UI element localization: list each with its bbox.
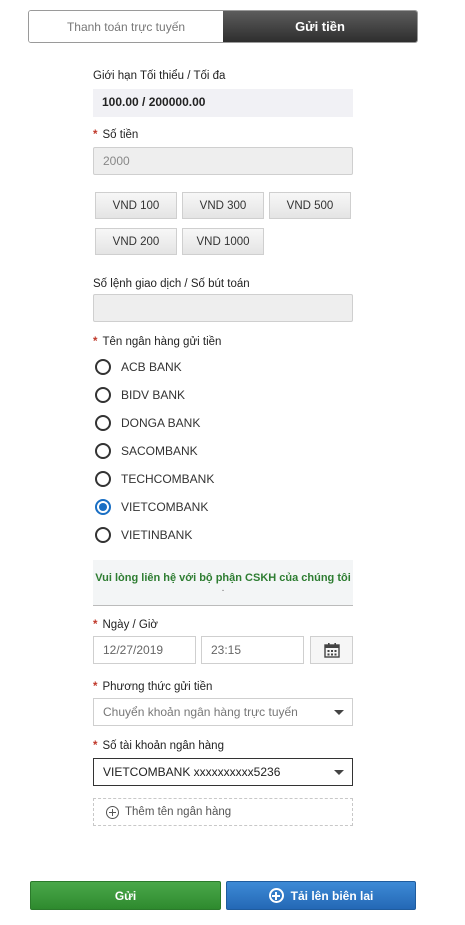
upload-receipt-button[interactable]: Tải lên biên lai bbox=[226, 881, 416, 910]
chevron-down-icon bbox=[334, 770, 344, 775]
method-select-value: Chuyển khoản ngân hàng trực tuyến bbox=[103, 705, 298, 719]
bank-option-label: VIETINBANK bbox=[121, 528, 193, 542]
bank-option-label: TECHCOMBANK bbox=[121, 472, 215, 486]
method-select[interactable]: Chuyển khoản ngân hàng trực tuyến bbox=[93, 698, 353, 726]
bank-option-vietcombank[interactable]: VIETCOMBANK bbox=[95, 499, 208, 515]
support-notice-dot: . bbox=[221, 582, 225, 594]
bank-option-label: VIETCOMBANK bbox=[121, 500, 209, 514]
required-mark: * bbox=[93, 129, 98, 141]
amount-button-100[interactable]: VND 100 bbox=[95, 192, 177, 219]
required-mark: * bbox=[93, 336, 98, 348]
bank-option-sacombank[interactable]: SACOMBANK bbox=[95, 443, 198, 459]
bank-label: * Tên ngân hàng gửi tiền bbox=[93, 336, 221, 348]
amount-input[interactable]: 2000 bbox=[93, 147, 353, 175]
add-bank-label: Thêm tên ngân hàng bbox=[125, 806, 232, 818]
support-notice-text: Vui lòng liên hệ với bộ phận CSKH của ch… bbox=[95, 571, 351, 584]
method-label-text: Phương thức gửi tiền bbox=[102, 681, 213, 693]
limit-label: Giới hạn Tối thiểu / Tối đa bbox=[93, 70, 226, 82]
bank-option-label: DONGA BANK bbox=[121, 416, 201, 430]
radio-button[interactable] bbox=[95, 527, 111, 543]
radio-button[interactable] bbox=[95, 443, 111, 459]
calendar-button[interactable] bbox=[310, 636, 353, 664]
bank-label-text: Tên ngân hàng gửi tiền bbox=[102, 336, 222, 348]
bank-option-label: BIDV BANK bbox=[121, 388, 186, 402]
amount-button-300[interactable]: VND 300 bbox=[182, 192, 264, 219]
amount-button-500[interactable]: VND 500 bbox=[269, 192, 351, 219]
date-input[interactable]: 12/27/2019 bbox=[93, 636, 196, 664]
datetime-label: * Ngày / Giờ bbox=[93, 619, 158, 631]
bank-option-bidv[interactable]: BIDV BANK bbox=[95, 387, 185, 403]
transaction-label: Số lệnh giao dịch / Số bút toán bbox=[93, 278, 250, 290]
tab-deposit[interactable]: Gửi tiền bbox=[223, 11, 417, 42]
bank-option-techcombank[interactable]: TECHCOMBANK bbox=[95, 471, 214, 487]
submit-button[interactable]: Gửi bbox=[30, 881, 221, 910]
account-label-text: Số tài khoản ngân hàng bbox=[102, 740, 224, 752]
account-select-value: VIETCOMBANK xxxxxxxxxx5236 bbox=[103, 765, 281, 779]
required-mark: * bbox=[93, 740, 98, 752]
required-mark: * bbox=[93, 619, 98, 631]
radio-button[interactable] bbox=[95, 387, 111, 403]
transaction-input[interactable] bbox=[93, 294, 353, 322]
radio-button[interactable] bbox=[95, 359, 111, 375]
account-select[interactable]: VIETCOMBANK xxxxxxxxxx5236 bbox=[93, 758, 353, 786]
bank-option-vietinbank[interactable]: VIETINBANK bbox=[95, 527, 192, 543]
plus-circle-icon bbox=[106, 805, 119, 819]
amount-label-text: Số tiền bbox=[102, 129, 139, 141]
amount-button-1000[interactable]: VND 1000 bbox=[182, 228, 264, 255]
tab-online-payment[interactable]: Thanh toán trực tuyến bbox=[29, 11, 223, 42]
limit-value: 100.00 / 200000.00 bbox=[93, 89, 353, 117]
tab-bar: Thanh toán trực tuyến Gửi tiền bbox=[28, 10, 418, 43]
bank-option-donga[interactable]: DONGA BANK bbox=[95, 415, 200, 431]
plus-circle-icon bbox=[268, 888, 284, 903]
required-mark: * bbox=[93, 681, 98, 693]
chevron-down-icon bbox=[334, 710, 344, 715]
time-input[interactable]: 23:15 bbox=[201, 636, 304, 664]
upload-receipt-label: Tải lên biên lai bbox=[290, 888, 374, 903]
method-label: * Phương thức gửi tiền bbox=[93, 681, 212, 693]
amount-button-200[interactable]: VND 200 bbox=[95, 228, 177, 255]
account-label: * Số tài khoản ngân hàng bbox=[93, 740, 224, 752]
radio-button-selected[interactable] bbox=[95, 499, 111, 515]
bank-option-acb[interactable]: ACB BANK bbox=[95, 359, 182, 375]
support-notice: Vui lòng liên hệ với bộ phận CSKH của ch… bbox=[93, 560, 353, 606]
bank-option-label: SACOMBANK bbox=[121, 444, 198, 458]
amount-label: * Số tiền bbox=[93, 129, 138, 141]
radio-button[interactable] bbox=[95, 415, 111, 431]
radio-button[interactable] bbox=[95, 471, 111, 487]
add-bank-button[interactable]: Thêm tên ngân hàng bbox=[93, 798, 353, 826]
bank-option-label: ACB BANK bbox=[121, 360, 182, 374]
datetime-label-text: Ngày / Giờ bbox=[102, 619, 158, 631]
calendar-icon bbox=[323, 643, 340, 658]
